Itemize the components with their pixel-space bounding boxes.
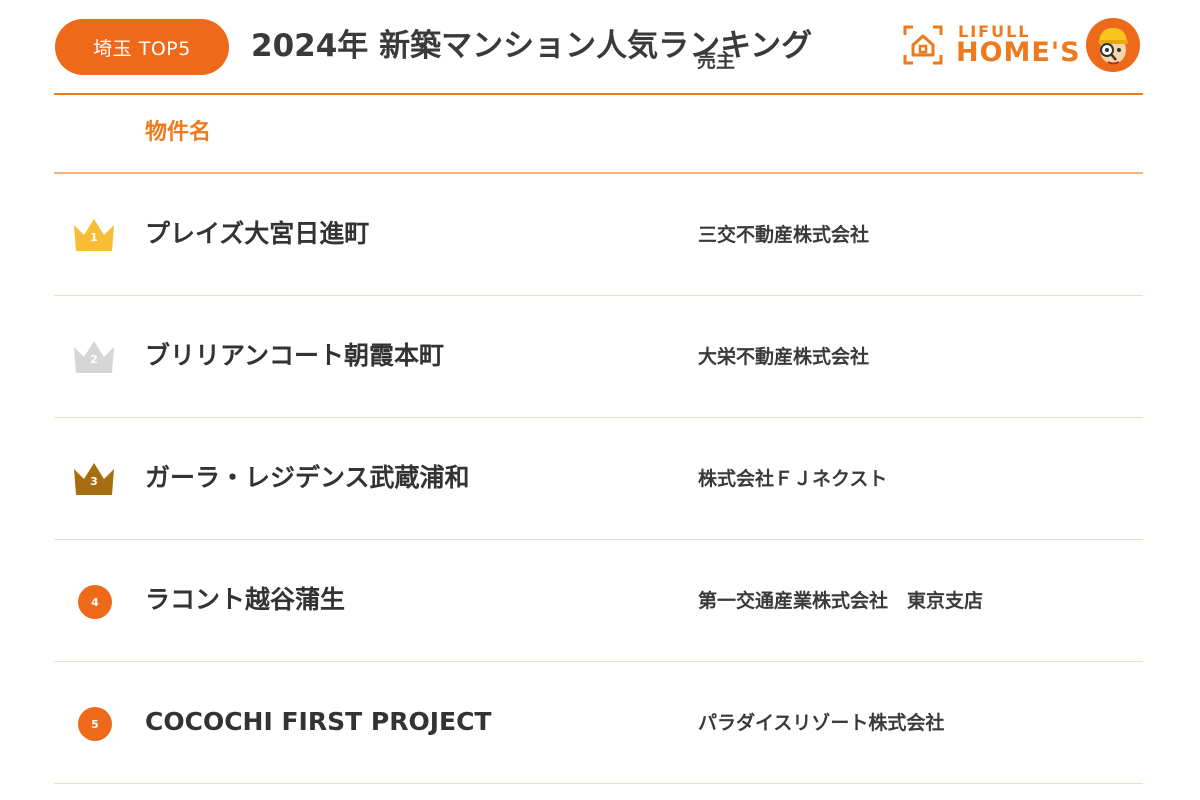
- seller-name: 三交不動産株式会社: [698, 224, 870, 246]
- mascot-icon: [1086, 18, 1140, 72]
- property-name: ブリリアンコート朝霞本町: [145, 341, 445, 370]
- rank-number: 2: [90, 353, 98, 366]
- seller-name: 第一交通産業株式会社 東京支店: [698, 590, 984, 612]
- rank-circle: 5: [78, 707, 112, 741]
- ranking-page: 埼玉 TOP5 2024年 新築マンション人気ランキング LIFULL HOME…: [0, 0, 1200, 800]
- column-header-seller: 売主: [697, 50, 736, 72]
- property-name: COCOCHI FIRST PROJECT: [145, 707, 492, 736]
- rank-number: 3: [90, 475, 98, 488]
- seller-name: 大栄不動産株式会社: [698, 346, 870, 368]
- seller-name: 株式会社ＦＪネクスト: [698, 468, 888, 490]
- property-name: プレイズ大宮日進町: [145, 219, 370, 248]
- logo-text-main: HOME'S: [956, 37, 1081, 68]
- property-name: ラコント越谷蒲生: [145, 585, 346, 614]
- table-row: 4 ラコント越谷蒲生 第一交通産業株式会社 東京支店: [54, 540, 1143, 662]
- region-badge: 埼玉 TOP5: [55, 19, 229, 75]
- house-frame-icon: [903, 25, 943, 65]
- lifull-homes-logo: LIFULL HOME'S: [900, 20, 1080, 70]
- silver-crown-icon: 2: [72, 339, 116, 375]
- gold-crown-icon: 1: [72, 217, 116, 253]
- seller-name: パラダイスリゾート株式会社: [698, 712, 945, 734]
- table-row: 1 プレイズ大宮日進町 三交不動産株式会社: [54, 174, 1143, 296]
- rank-number: 1: [90, 231, 98, 244]
- bronze-crown-icon: 3: [72, 461, 116, 497]
- table-row: 2 ブリリアンコート朝霞本町 大栄不動産株式会社: [54, 296, 1143, 418]
- table-row: 3 ガーラ・レジデンス武蔵浦和 株式会社ＦＪネクスト: [54, 418, 1143, 540]
- rank-circle: 4: [78, 585, 112, 619]
- header-divider: [54, 93, 1143, 95]
- table-row: 5 COCOCHI FIRST PROJECT パラダイスリゾート株式会社: [54, 662, 1143, 784]
- column-header-name: 物件名: [145, 120, 212, 145]
- property-name: ガーラ・レジデンス武蔵浦和: [145, 463, 470, 492]
